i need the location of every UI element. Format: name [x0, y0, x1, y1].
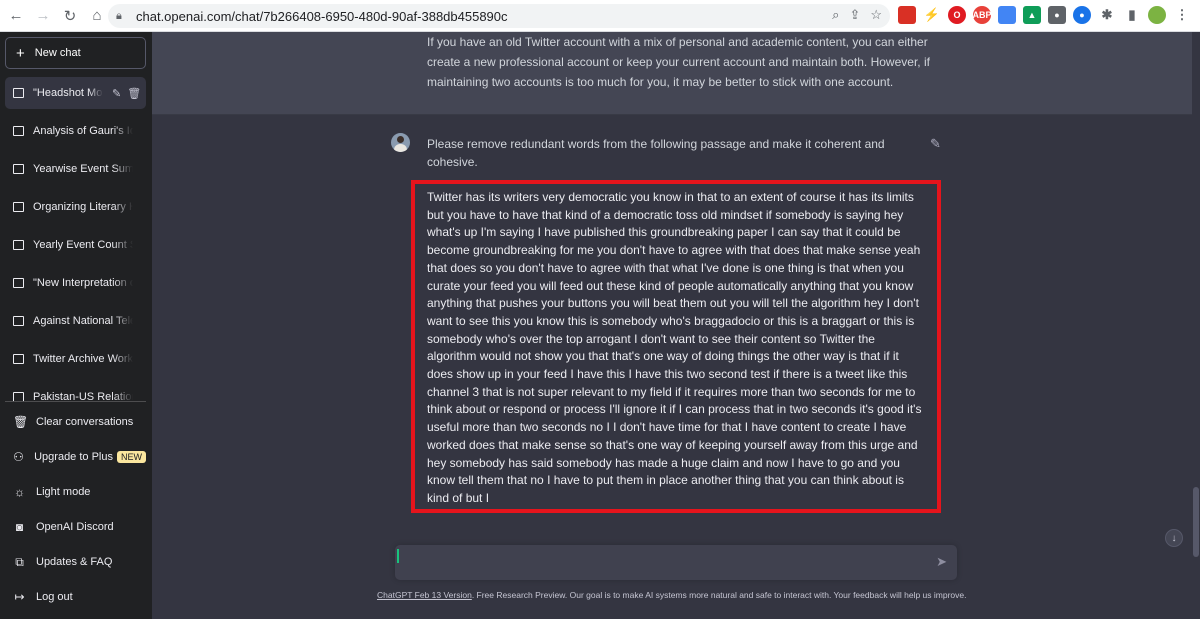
external-link-icon: ⧉ [15, 554, 24, 569]
chat-bubble-icon [13, 354, 24, 364]
reload-icon[interactable]: ↻ [59, 5, 81, 27]
chat-main: If you have an old Twitter account with … [152, 32, 1200, 619]
send-icon[interactable]: ➤ [936, 554, 947, 570]
conversation-item[interactable]: Yearwise Event Summ [5, 153, 146, 185]
footer-description: . Free Research Preview. Our goal is to … [471, 590, 967, 600]
arrow-left-icon[interactable]: ← [5, 5, 27, 27]
menu-kebab-icon[interactable]: ⋮ [1173, 6, 1191, 24]
extensions-area: ⚡ O ABP ▲ ● ● ✱ ▮ ⋮ [898, 6, 1191, 24]
assistant-message-text: If you have an old Twitter account with … [427, 35, 930, 89]
docs-icon[interactable] [998, 6, 1016, 24]
arrow-right-icon[interactable]: → [32, 5, 54, 27]
conversation-item[interactable]: Organizing Literary Hi [5, 191, 146, 223]
light-mode-button[interactable]: ☼ Light mode [5, 477, 146, 507]
url-text[interactable]: chat.openai.com/chat/7b266408-6950-480d-… [136, 9, 508, 24]
logout-button[interactable]: ↦ Log out [5, 582, 146, 612]
conversation-list[interactable]: "Headshot Mo ✎ 🗑︎ Analysis of Gauri's Id… [0, 77, 152, 402]
lightning-icon[interactable]: ⚡ [923, 6, 941, 24]
conversation-title: Analysis of Gauri's Ide [33, 125, 133, 137]
conversation-title: "Headshot Mo [33, 87, 103, 99]
discord-link[interactable]: ◙ OpenAI Discord [5, 512, 146, 542]
assistant-message: If you have an old Twitter account with … [152, 32, 1200, 115]
sidebar: + New chat "Headshot Mo ✎ 🗑︎ Analysis of… [0, 32, 152, 619]
message-input[interactable]: ➤ [395, 545, 957, 580]
sidepanel-icon[interactable]: ▮ [1123, 6, 1141, 24]
conversation-item[interactable]: Yearly Event Count Su [5, 229, 146, 261]
footer-disclaimer: ChatGPT Feb 13 Version. Free Research Pr… [377, 590, 977, 600]
conversation-title: Twitter Archive Workfl [33, 353, 133, 365]
text-caret [397, 549, 399, 563]
chat-bubble-icon [13, 164, 24, 174]
browser-toolbar: ← → ↻ ⌂ 🔒︎ chat.openai.com/chat/7b266408… [0, 0, 1200, 32]
sun-icon: ☼ [14, 485, 25, 499]
chat-bubble-icon [13, 240, 24, 250]
plus-icon: + [16, 44, 25, 62]
puzzle-icon[interactable]: ✱ [1098, 6, 1116, 24]
discord-icon: ◙ [15, 520, 24, 534]
updates-faq-link[interactable]: ⧉ Updates & FAQ [5, 547, 146, 577]
chat-bubble-icon [13, 88, 24, 98]
logout-label: Log out [36, 591, 73, 603]
new-chat-button[interactable]: + New chat [5, 37, 146, 69]
chat-bubble-icon [13, 278, 24, 288]
conversation-title: "New Interpretation of [33, 277, 133, 289]
opera-red-icon[interactable]: O [948, 6, 966, 24]
new-chat-label: New chat [34, 47, 81, 59]
chat-bubble-icon [13, 202, 24, 212]
star-icon[interactable]: ☆ [870, 7, 882, 23]
screen-record-icon[interactable]: ● [1048, 6, 1066, 24]
sidebar-divider [5, 401, 146, 402]
lock-icon[interactable]: 🔒︎ [116, 10, 130, 23]
discord-label: OpenAI Discord [36, 521, 114, 533]
conversation-item[interactable]: "New Interpretation of [5, 267, 146, 299]
conversation-title: Yearwise Event Summ [33, 163, 133, 175]
address-bar[interactable]: 🔒︎ chat.openai.com/chat/7b266408-6950-48… [108, 4, 890, 28]
chat-bubble-icon [13, 316, 24, 326]
share-icon[interactable]: ⇪ [849, 7, 860, 23]
conversation-item[interactable]: Analysis of Gauri's Ide [5, 115, 146, 147]
conversation-title: Against National Telec [33, 315, 133, 327]
scroll-down-button[interactable]: ↓ [1165, 529, 1183, 547]
adblock-plus-icon[interactable]: ABP [973, 6, 992, 24]
upgrade-plus-button[interactable]: ⚇ Upgrade to Plus NEW [5, 442, 146, 472]
user-message-intro: Please remove redundant words from the f… [427, 137, 885, 169]
scrollbar[interactable] [1192, 32, 1200, 619]
edit-message-icon[interactable]: ✎ [930, 136, 944, 151]
updates-label: Updates & FAQ [36, 556, 113, 568]
conversation-item[interactable]: "Headshot Mo ✎ 🗑︎ [5, 77, 146, 109]
bookmark-red-icon[interactable] [898, 6, 916, 24]
conversation-title: Organizing Literary Hi [33, 201, 133, 213]
conversation-title: Yearly Event Count Su [33, 239, 133, 251]
user-icon: ⚇ [13, 450, 24, 464]
conversation-item[interactable]: Pakistan-US Relations [5, 381, 146, 402]
version-link[interactable]: ChatGPT Feb 13 Version [377, 590, 472, 600]
conversation-item[interactable]: Twitter Archive Workfl [5, 343, 146, 375]
home-icon[interactable]: ⌂ [86, 5, 108, 27]
light-mode-label: Light mode [36, 486, 91, 498]
blue-circle-icon[interactable]: ● [1073, 6, 1091, 24]
clear-conversations-label: Clear conversations [36, 416, 134, 428]
pencil-icon[interactable]: ✎ [112, 87, 121, 100]
new-badge: NEW [117, 451, 146, 463]
scrollbar-thumb[interactable] [1193, 487, 1199, 557]
trash-icon: 🗑︎ [13, 415, 29, 429]
profile-icon[interactable] [1148, 6, 1166, 24]
conversation-item[interactable]: Against National Telec [5, 305, 146, 337]
drive-icon[interactable]: ▲ [1023, 6, 1041, 24]
trash-icon[interactable]: 🗑︎ [127, 87, 141, 100]
upgrade-label: Upgrade to Plus [34, 451, 113, 463]
clear-conversations-button[interactable]: 🗑︎ Clear conversations [5, 407, 146, 437]
logout-icon: ↦ [14, 590, 25, 604]
zoom-icon[interactable]: ⌕ [832, 7, 839, 23]
user-message-passage: Twitter has its writers very democratic … [427, 190, 922, 505]
chat-bubble-icon [13, 126, 24, 136]
user-avatar [391, 133, 410, 152]
